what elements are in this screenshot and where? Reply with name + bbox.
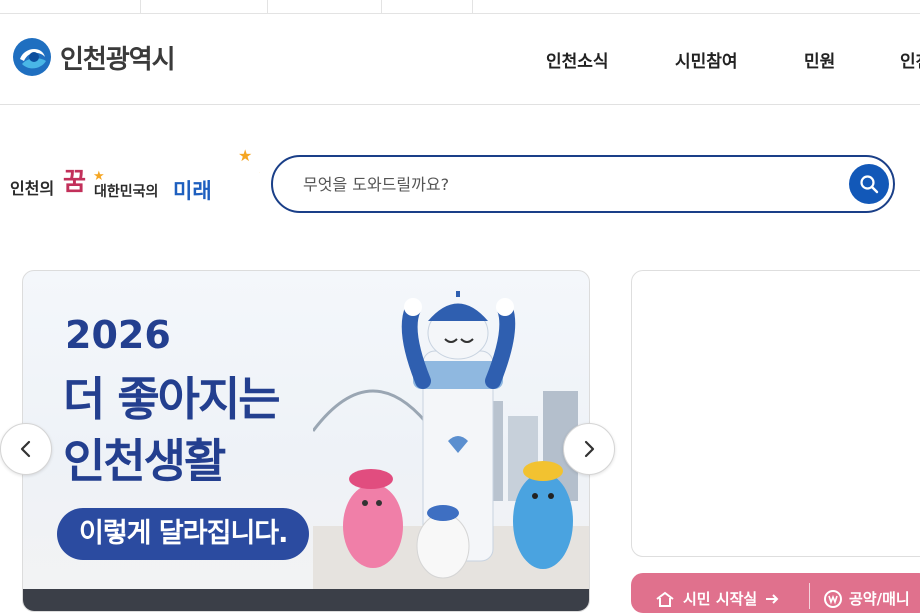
banner-control-bar xyxy=(23,589,589,611)
quick-link-1[interactable]: 시민 시작실 xyxy=(655,588,779,609)
slogan-logo: ★ ★ ★ ★ ★ ★ ★ 인천의 꿈 대한민국의 미래 xyxy=(10,120,318,210)
site-header: 인천광역시 인천소식 시민참여 민원 인천 xyxy=(0,14,920,105)
main-banner[interactable]: 2026 더 좋아지는 인천생활 이렇게 달라집니다. xyxy=(22,270,590,612)
nav-item-participation[interactable]: 시민참여 xyxy=(675,47,738,72)
quick-link-2[interactable]: 공약/매니 xyxy=(823,588,910,609)
banner-mascot-illustration xyxy=(313,291,589,591)
slogan-future: 미래 xyxy=(173,179,212,203)
quick-link-divider xyxy=(809,583,810,609)
banner-cta[interactable]: 이렇게 달라집니다. xyxy=(57,508,310,560)
nav-item-civil[interactable]: 민원 xyxy=(804,47,835,72)
right-content-card xyxy=(631,270,920,557)
utility-tab-4[interactable] xyxy=(382,0,473,13)
utility-bar xyxy=(0,0,920,14)
quick-link-bar: 시민 시작실 공약/매니 xyxy=(631,573,920,613)
banner-headline-1: 더 좋아지는 xyxy=(63,372,281,426)
utility-tab-3[interactable] xyxy=(268,0,382,13)
slogan-part1: 인천의 xyxy=(10,179,54,198)
slogan-dream: 꿈 xyxy=(63,167,86,196)
slogan-part2: 대한민국의 xyxy=(94,183,158,200)
won-coin-icon xyxy=(824,589,842,608)
svg-text:★: ★ xyxy=(93,169,105,184)
quick-link-1-label: 시민 시작실 xyxy=(683,590,758,608)
arrow-right-icon xyxy=(766,593,779,604)
nav-item-news[interactable]: 인천소식 xyxy=(546,47,609,72)
utility-tab-1[interactable] xyxy=(0,0,141,13)
site-logo[interactable]: 인천광역시 xyxy=(12,37,176,77)
chevron-left-icon xyxy=(20,440,31,458)
logo-mark-icon xyxy=(13,38,51,76)
banner-next-button[interactable] xyxy=(563,423,615,475)
svg-text:★: ★ xyxy=(259,169,260,178)
home-icon xyxy=(656,591,674,607)
logo-text: 인천광역시 xyxy=(60,44,176,75)
banner-prev-button[interactable] xyxy=(0,423,52,475)
svg-text:★: ★ xyxy=(238,146,252,165)
banner-year: 2026 xyxy=(65,313,171,357)
search-icon xyxy=(860,175,879,194)
search-box xyxy=(271,155,895,213)
quick-link-2-label: 공약/매니 xyxy=(849,590,910,608)
search-input[interactable] xyxy=(301,170,825,198)
utility-tab-2[interactable] xyxy=(141,0,268,13)
chevron-right-icon xyxy=(584,440,595,458)
nav-item-incheon[interactable]: 인천 xyxy=(900,47,920,72)
search-button[interactable] xyxy=(849,164,889,204)
banner-headline-2: 인천생활 xyxy=(63,434,226,488)
